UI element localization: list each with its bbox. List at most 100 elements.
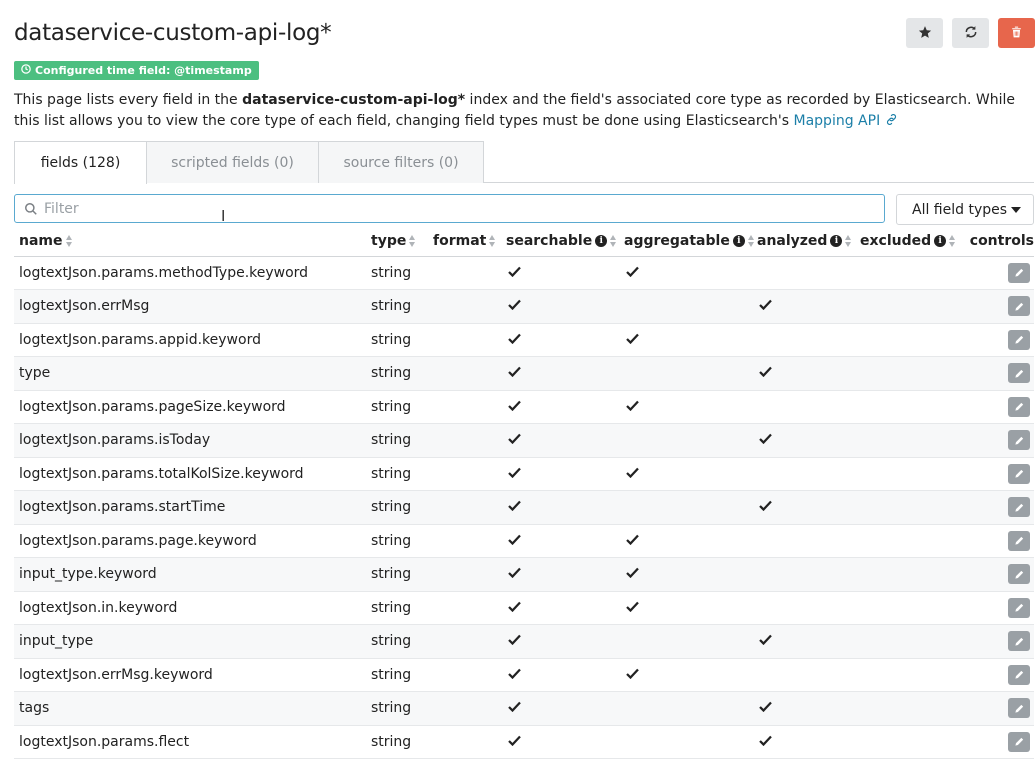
edit-field-button[interactable] xyxy=(1008,664,1030,685)
table-row: logtextJson.params.flect string xyxy=(14,725,1034,759)
edit-field-button[interactable] xyxy=(1008,262,1030,283)
edit-field-button[interactable] xyxy=(1008,296,1030,317)
sort-icon xyxy=(409,235,416,248)
check-icon xyxy=(626,534,639,549)
sort-icon xyxy=(845,235,852,248)
analyzed-cell xyxy=(757,457,860,491)
check-icon xyxy=(626,601,639,616)
analyzed-cell xyxy=(757,557,860,592)
tab-source-filters[interactable]: source filters (0) xyxy=(318,141,484,183)
col-excluded[interactable]: excluded i xyxy=(860,227,966,257)
sort-icon xyxy=(65,235,73,248)
col-aggregatable[interactable]: aggregatable i xyxy=(624,227,757,257)
field-format xyxy=(433,490,506,525)
pencil-icon xyxy=(1014,703,1025,714)
info-icon[interactable]: i xyxy=(934,235,947,248)
controls-cell xyxy=(966,256,1034,290)
field-format xyxy=(433,691,506,726)
field-format xyxy=(433,256,506,290)
favorite-button[interactable] xyxy=(906,18,943,48)
aggregatable-cell xyxy=(624,457,757,491)
analyzed-cell xyxy=(757,725,860,759)
edit-field-button[interactable] xyxy=(1008,564,1030,585)
analyzed-cell xyxy=(757,691,860,726)
check-icon xyxy=(508,601,521,616)
info-icon[interactable]: i xyxy=(732,235,745,248)
col-type[interactable]: type xyxy=(371,227,433,257)
analyzed-cell xyxy=(757,256,860,290)
field-format xyxy=(433,591,506,625)
edit-field-button[interactable] xyxy=(1008,430,1030,451)
info-icon[interactable]: i xyxy=(830,235,843,248)
check-icon xyxy=(508,735,521,750)
chevron-down-icon xyxy=(1011,207,1021,213)
edit-field-button[interactable] xyxy=(1008,363,1030,384)
col-name[interactable]: name xyxy=(14,227,371,257)
info-icon[interactable]: i xyxy=(595,235,608,248)
sort-icon xyxy=(610,235,617,248)
analyzed-cell xyxy=(757,490,860,525)
edit-field-button[interactable] xyxy=(1008,329,1030,350)
searchable-cell xyxy=(506,591,624,625)
check-icon xyxy=(759,433,772,448)
field-name: logtextJson.params.totalKolSize.keyword xyxy=(14,457,371,491)
searchable-cell xyxy=(506,691,624,726)
edit-field-button[interactable] xyxy=(1008,497,1030,518)
check-icon xyxy=(626,400,639,415)
check-icon xyxy=(508,400,521,415)
excluded-cell xyxy=(860,323,966,357)
controls-cell xyxy=(966,390,1034,424)
refresh-icon xyxy=(964,24,978,43)
table-row: logtextJson.params.methodType.keyword str… xyxy=(14,256,1034,290)
searchable-cell xyxy=(506,490,624,525)
aggregatable-cell xyxy=(624,658,757,692)
sort-icon xyxy=(949,235,956,248)
aggregatable-cell xyxy=(624,624,757,659)
table-row: input_type.keyword string xyxy=(14,557,1034,592)
tab-scripted-fields[interactable]: scripted fields (0) xyxy=(146,141,319,183)
controls-cell xyxy=(966,323,1034,357)
mapping-api-link[interactable]: Mapping API xyxy=(794,113,898,129)
aggregatable-cell xyxy=(624,490,757,525)
filter-field[interactable] xyxy=(14,194,885,223)
aggregatable-cell xyxy=(624,725,757,759)
field-type-select[interactable]: All field types xyxy=(896,194,1034,225)
filter-input[interactable] xyxy=(44,200,844,217)
edit-field-button[interactable] xyxy=(1008,530,1030,551)
page-description: This page lists every field in the datas… xyxy=(14,90,1030,132)
searchable-cell xyxy=(506,624,624,659)
edit-field-button[interactable] xyxy=(1008,463,1030,484)
edit-field-button[interactable] xyxy=(1008,731,1030,752)
table-row: logtextJson.params.pageSize.keyword strin… xyxy=(14,390,1034,424)
field-type: string xyxy=(371,323,433,357)
col-analyzed[interactable]: analyzed i xyxy=(757,227,860,257)
analyzed-cell xyxy=(757,624,860,659)
edit-field-button[interactable] xyxy=(1008,698,1030,719)
col-format[interactable]: format xyxy=(433,227,506,257)
pencil-icon xyxy=(1014,401,1025,412)
check-icon xyxy=(508,668,521,683)
searchable-cell xyxy=(506,356,624,391)
col-searchable[interactable]: searchable i xyxy=(506,227,624,257)
searchable-cell xyxy=(506,423,624,458)
edit-field-button[interactable] xyxy=(1008,396,1030,417)
edit-field-button[interactable] xyxy=(1008,631,1030,652)
field-name: logtextJson.errMsg.keyword xyxy=(14,658,371,692)
pencil-icon xyxy=(1014,602,1025,613)
description-text: This page lists every field in the xyxy=(14,92,243,108)
sort-icon xyxy=(747,235,755,248)
fields-table: name type format searchable i aggregatabl… xyxy=(14,227,1034,759)
field-type: string xyxy=(371,725,433,759)
aggregatable-cell xyxy=(624,390,757,424)
tab-fields[interactable]: fields (128) xyxy=(14,141,147,184)
delete-index-button[interactable] xyxy=(998,18,1035,48)
controls-cell xyxy=(966,658,1034,692)
controls-cell xyxy=(966,557,1034,592)
refresh-button[interactable] xyxy=(952,18,989,48)
field-type: string xyxy=(371,390,433,424)
aggregatable-cell xyxy=(624,323,757,357)
edit-field-button[interactable] xyxy=(1008,597,1030,618)
field-type: string xyxy=(371,256,433,290)
excluded-cell xyxy=(860,423,966,458)
trash-icon xyxy=(1010,24,1023,43)
